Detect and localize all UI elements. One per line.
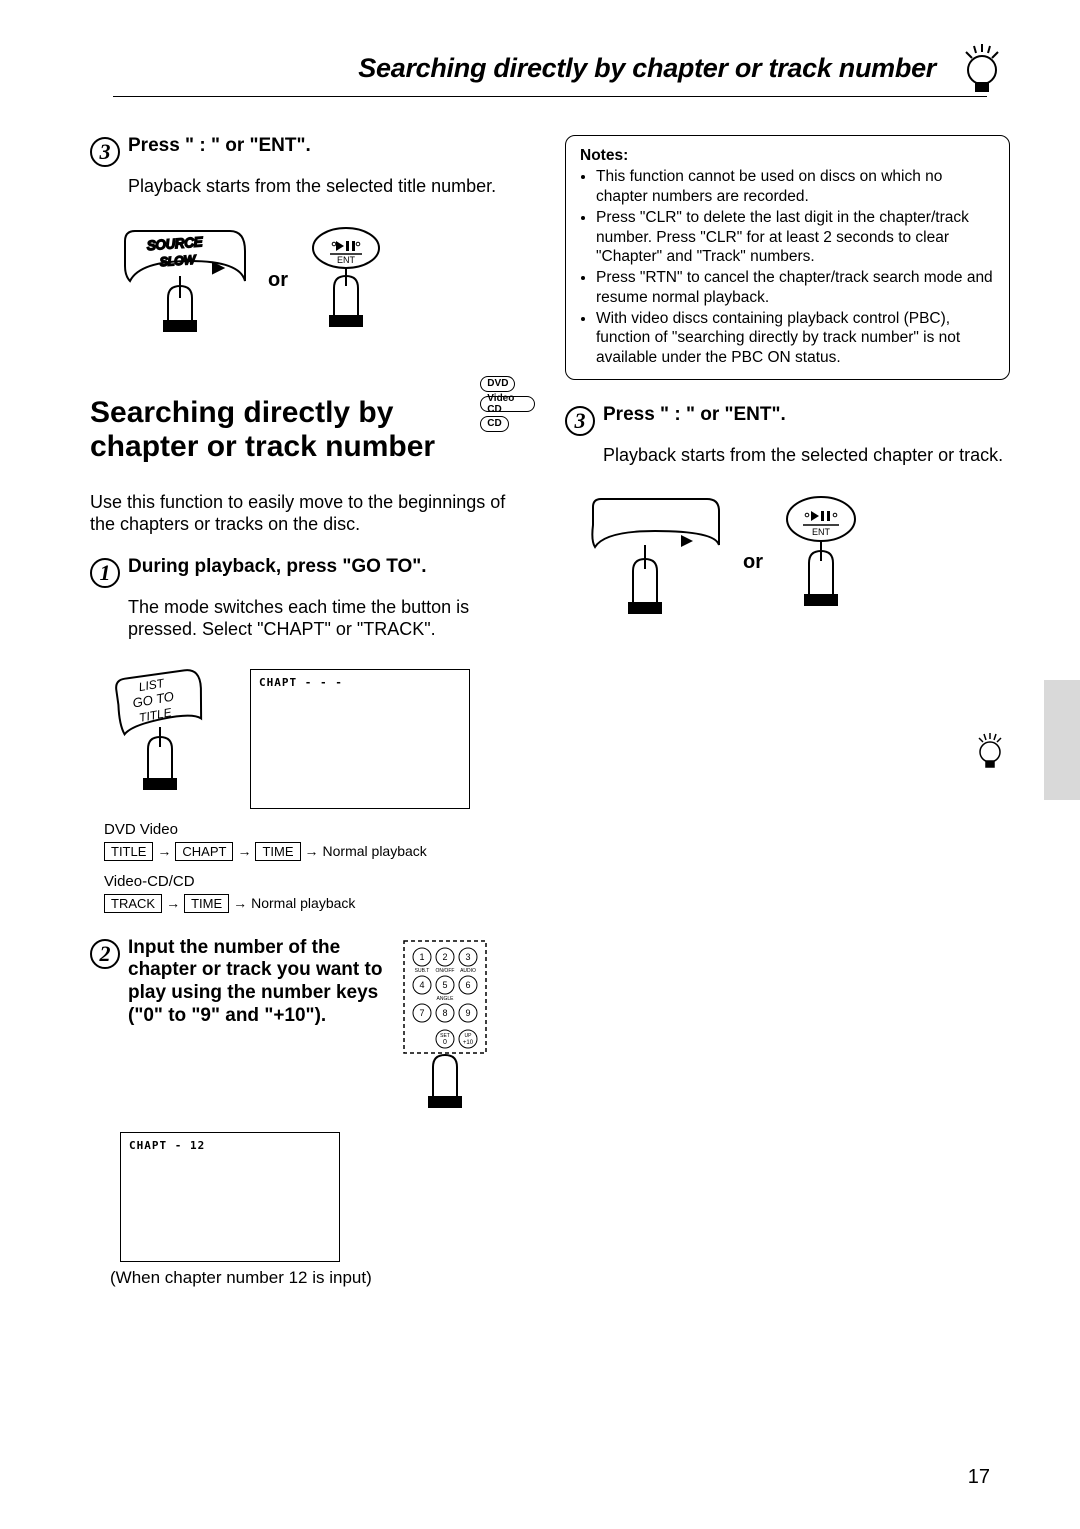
svg-text:ENT: ENT (812, 527, 831, 537)
chain2-label: Video-CD/CD (104, 873, 535, 890)
chain1-row: TITLE→ CHAPT→ TIME→ Normal playback (104, 842, 535, 861)
step1-text: The mode switches each time the button i… (128, 596, 535, 641)
svg-text:SUB.T: SUB.T (415, 968, 430, 974)
step2-caption: (When chapter number 12 is input) (110, 1268, 535, 1288)
notes-title: Notes: (580, 146, 995, 165)
svg-text:3: 3 (465, 952, 470, 962)
step1-title: During playback, press "GO TO". (128, 556, 535, 578)
svg-text:ENT: ENT (337, 255, 356, 265)
lightbulb-icon-small (972, 730, 1008, 775)
lightbulb-icon (954, 40, 1010, 96)
step-number-3-right: 3 (565, 406, 595, 436)
chain2-row: TRACK→ TIME→ Normal playback (104, 894, 535, 913)
svg-text:SOURCE: SOURCE (146, 234, 203, 253)
svg-text:4: 4 (419, 980, 424, 990)
svg-text:UP: UP (465, 1033, 473, 1039)
ent-button-diagram-right: ENT (781, 495, 861, 630)
page-title: Searching directly by chapter or track n… (358, 53, 936, 84)
svg-text:7: 7 (419, 1008, 424, 1018)
svg-text:9: 9 (465, 1008, 470, 1018)
or-label-right: or (743, 551, 763, 574)
badge-videocd: Video CD (480, 396, 535, 412)
header-divider (113, 96, 987, 97)
svg-text:ON/OFF: ON/OFF (436, 968, 455, 974)
chain1-label: DVD Video (104, 821, 535, 838)
badge-dvd: DVD (480, 376, 515, 392)
svg-text:5: 5 (442, 980, 447, 990)
svg-text:8: 8 (442, 1008, 447, 1018)
svg-text:+10: +10 (463, 1040, 474, 1046)
badge-cd: CD (480, 416, 508, 432)
page-number: 17 (968, 1466, 990, 1489)
display-box-chapt12: CHAPT - 12 (120, 1132, 340, 1262)
disc-type-badges: DVD Video CD CD (480, 376, 535, 432)
ent-button-diagram: ENT (306, 226, 386, 336)
svg-text:6: 6 (465, 980, 470, 990)
section-heading: Searching directly by chapter or track n… (90, 396, 468, 465)
note-item: This function cannot be used on discs on… (596, 167, 995, 206)
or-label: or (268, 269, 288, 292)
note-item: Press "RTN" to cancel the chapter/track … (596, 268, 995, 307)
step3-title: Press " : " or "ENT". (128, 135, 535, 157)
step3-text: Playback starts from the selected title … (128, 175, 535, 198)
svg-text:AUDIO: AUDIO (460, 968, 476, 974)
step-number-3: 3 (90, 137, 120, 167)
step3r-title: Press " : " or "ENT". (603, 404, 1010, 426)
goto-button-diagram: LIST GO TO TITLE (110, 669, 210, 804)
note-item: With video discs containing playback con… (596, 309, 995, 367)
svg-text:2: 2 (442, 952, 447, 962)
display-box-chapt: CHAPT - - - (250, 669, 470, 809)
step3r-text: Playback starts from the selected chapte… (603, 444, 1010, 467)
play-button-diagram (585, 495, 725, 630)
step-number-2: 2 (90, 939, 120, 969)
svg-text:ANGLE: ANGLE (437, 996, 455, 1002)
section-intro: Use this function to easily move to the … (90, 491, 535, 536)
step-number-1: 1 (90, 558, 120, 588)
notes-box: Notes: This function cannot be used on d… (565, 135, 1010, 380)
svg-text:0: 0 (443, 1039, 447, 1046)
step2-title: Input the number of the chapter or track… (128, 937, 388, 1028)
source-slow-button-diagram: SOURCE SLOW (120, 226, 250, 336)
number-keypad-diagram: 1 2 3 SUB.T ON/OFF AUDIO 4 5 6 ANGLE 7 (400, 937, 490, 1122)
side-tab (1044, 680, 1080, 800)
note-item: Press "CLR" to delete the last digit in … (596, 208, 995, 266)
svg-text:SLOW: SLOW (159, 252, 197, 269)
svg-text:1: 1 (419, 952, 424, 962)
